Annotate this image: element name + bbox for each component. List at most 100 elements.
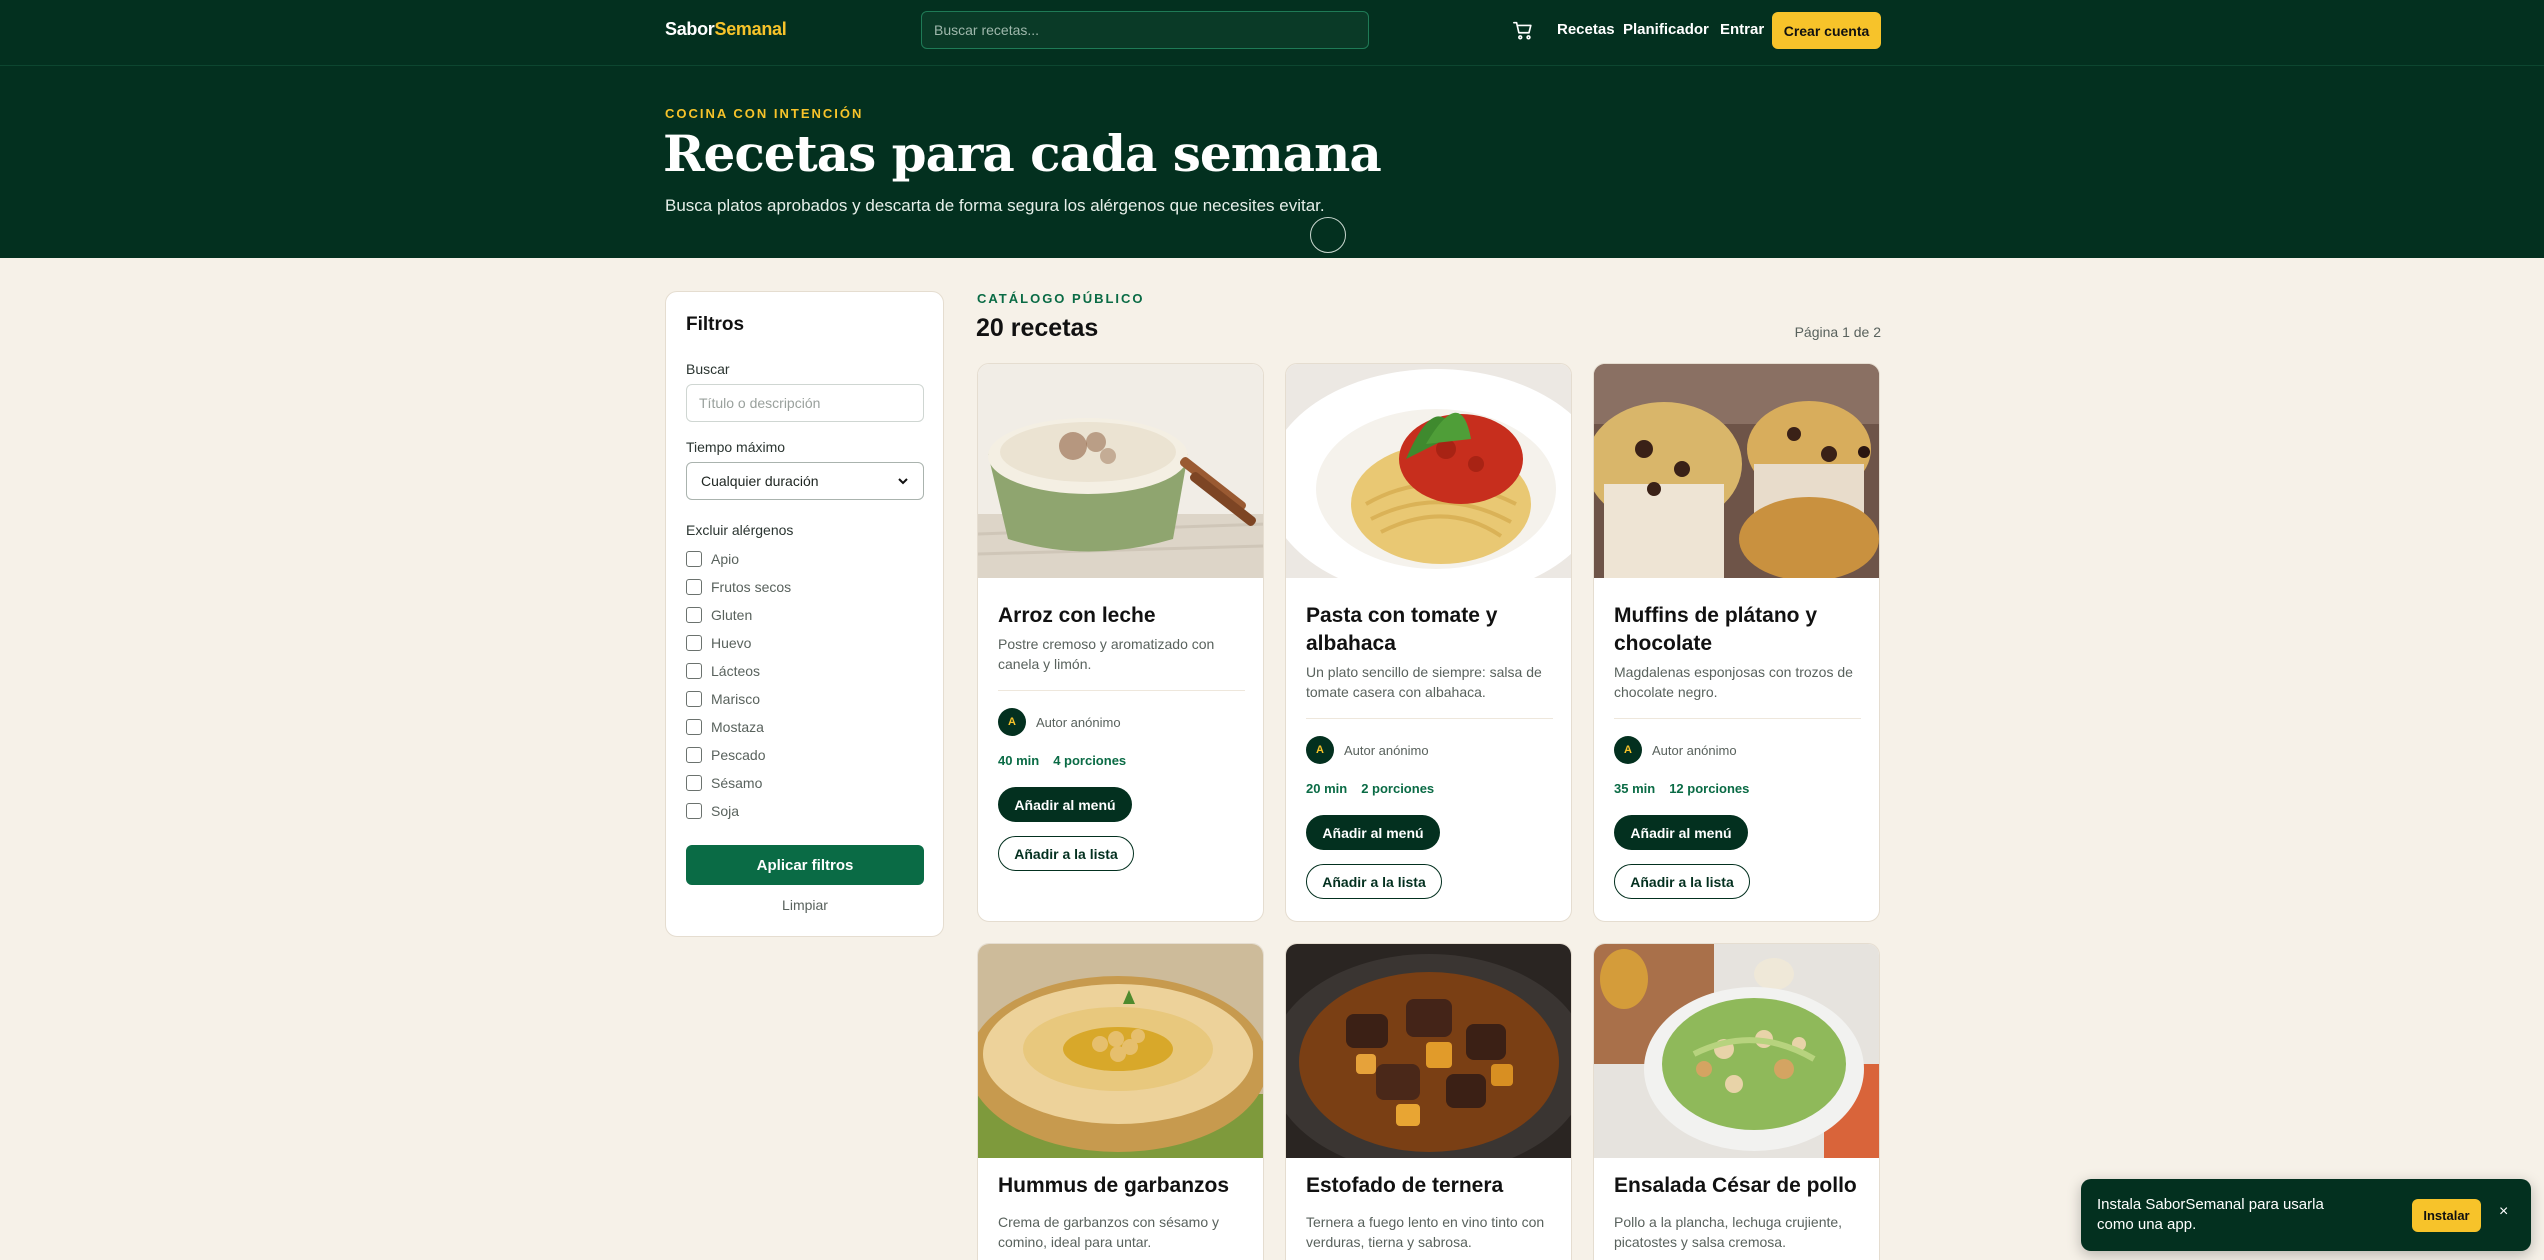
recipe-card[interactable]: Pasta con tomate y albahaca Un plato sen… <box>1285 363 1572 922</box>
checkbox[interactable] <box>686 607 702 623</box>
checkbox[interactable] <box>686 803 702 819</box>
recipe-card[interactable]: Hummus de garbanzos Crema de garbanzos c… <box>977 943 1264 1260</box>
recipe-title[interactable]: Estofado de ternera <box>1306 1172 1556 1200</box>
recipe-title[interactable]: Hummus de garbanzos <box>998 1172 1248 1200</box>
recipe-image[interactable] <box>1594 364 1879 578</box>
allergen-checkbox-huevo[interactable]: Huevo <box>686 634 751 652</box>
install-button[interactable]: Instalar <box>2412 1199 2481 1232</box>
cursor-indicator <box>1310 217 1346 253</box>
recipe-card[interactable]: Estofado de ternera Ternera a fuego lent… <box>1285 943 1572 1260</box>
allergen-checkbox-gluten[interactable]: Gluten <box>686 606 752 624</box>
chevron-down-icon <box>898 478 908 485</box>
allergen-checkbox-marisco[interactable]: Marisco <box>686 690 760 708</box>
allergen-checkbox-mostaza[interactable]: Mostaza <box>686 718 764 736</box>
checkbox[interactable] <box>686 775 702 791</box>
divider <box>1306 718 1553 719</box>
catalog-title: 20 recetas <box>976 314 1099 342</box>
pasta-image <box>1286 364 1571 578</box>
add-to-list-button[interactable]: Añadir a la lista <box>1306 864 1442 899</box>
recipe-card[interactable]: Muffins de plátano y chocolate Magdalena… <box>1593 363 1880 922</box>
recipe-image[interactable] <box>1286 944 1571 1158</box>
search-input[interactable] <box>921 11 1369 49</box>
allergen-label: Mostaza <box>711 719 764 735</box>
add-to-menu-button[interactable]: Añadir al menú <box>1614 815 1748 850</box>
apply-filters-button[interactable]: Aplicar filtros <box>686 845 924 885</box>
recipe-description: Crema de garbanzos con sésamo y comino, … <box>998 1214 1219 1250</box>
avatar: A <box>1306 736 1334 764</box>
hummus-image <box>978 944 1263 1158</box>
divider <box>998 690 1245 691</box>
add-to-menu-button[interactable]: Añadir al menú <box>1306 815 1440 850</box>
page-indicator: Página 1 de 2 <box>1794 324 1881 340</box>
recipe-card[interactable]: Arroz con leche Postre cremoso y aromati… <box>977 363 1264 922</box>
allergens-label: Excluir alérgenos <box>686 522 794 538</box>
allergen-label: Marisco <box>711 691 761 707</box>
recipe-title[interactable]: Arroz con leche <box>998 602 1248 630</box>
checkbox[interactable] <box>686 551 702 567</box>
checkbox[interactable] <box>686 719 702 735</box>
allergen-checkbox-soja[interactable]: Soja <box>686 802 739 820</box>
add-to-list-button[interactable]: Añadir a la lista <box>998 836 1134 871</box>
allergen-checkbox-sesamo[interactable]: Sésamo <box>686 774 762 792</box>
allergen-label: Sésamo <box>711 775 763 791</box>
close-icon[interactable]: × <box>2499 1203 2508 1221</box>
checkbox[interactable] <box>686 747 702 763</box>
time-select[interactable]: Cualquier duración <box>686 462 924 500</box>
hero-subtitle: Busca platos aprobados y descarta de for… <box>665 196 1325 215</box>
allergen-label: Huevo <box>711 635 752 651</box>
logo[interactable]: SaborSemanal <box>665 19 787 40</box>
recipe-meta: 40 min 4 porciones <box>998 753 1126 768</box>
add-to-list-button[interactable]: Añadir a la lista <box>1614 864 1750 899</box>
time-select-value: Cualquier duración <box>701 473 819 489</box>
author-name: Autor anónimo <box>1344 742 1429 758</box>
top-navbar: SaborSemanal Recetas Planificador Entrar… <box>0 0 2544 66</box>
checkbox[interactable] <box>686 691 702 707</box>
avatar: A <box>1614 736 1642 764</box>
allergen-checkbox-lacteos[interactable]: Lácteos <box>686 662 760 680</box>
recipe-author: A Autor anónimo <box>998 708 1121 736</box>
checkbox[interactable] <box>686 579 702 595</box>
create-account-button[interactable]: Crear cuenta <box>1772 12 1881 49</box>
recipe-author: A Autor anónimo <box>1306 736 1429 764</box>
recipe-image[interactable] <box>978 944 1263 1158</box>
recipe-meta: 35 min 12 porciones <box>1614 781 1749 796</box>
recipe-servings: 12 porciones <box>1669 781 1750 796</box>
recipe-meta: 20 min 2 porciones <box>1306 781 1434 796</box>
recipe-description: Magdalenas esponjosas con trozos de choc… <box>1614 664 1853 700</box>
install-toast: Instala SaborSemanal para usarla como un… <box>2081 1179 2531 1251</box>
toast-message: Instala SaborSemanal para usarla como un… <box>2097 1196 2324 1233</box>
recipe-image[interactable] <box>1594 944 1879 1158</box>
allergen-label: Lácteos <box>711 663 761 679</box>
filter-search-input[interactable] <box>686 384 924 422</box>
checkbox[interactable] <box>686 635 702 651</box>
checkbox[interactable] <box>686 663 702 679</box>
recipe-title[interactable]: Ensalada César de pollo <box>1614 1172 1864 1200</box>
recipe-time: 20 min <box>1306 781 1348 796</box>
recipe-title[interactable]: Muffins de plátano y chocolate <box>1614 602 1864 658</box>
recipe-description: Ternera a fuego lento en vino tinto con … <box>1306 1214 1545 1250</box>
recipe-image[interactable] <box>978 364 1263 578</box>
allergen-checkbox-pescado[interactable]: Pescado <box>686 746 765 764</box>
search-label: Buscar <box>686 361 730 377</box>
recipe-servings: 4 porciones <box>1053 753 1127 768</box>
nav-link-recetas[interactable]: Recetas <box>1557 21 1615 38</box>
allergen-checkbox-frutos-secos[interactable]: Frutos secos <box>686 578 791 596</box>
add-to-menu-button[interactable]: Añadir al menú <box>998 787 1132 822</box>
allergen-label: Soja <box>711 803 740 819</box>
recipe-time: 40 min <box>998 753 1040 768</box>
nav-link-entrar[interactable]: Entrar <box>1720 21 1764 38</box>
recipe-card[interactable]: Ensalada César de pollo Pollo a la planc… <box>1593 943 1880 1260</box>
logo-part1: Sabor <box>665 19 715 39</box>
recipe-description: Postre cremoso y aromatizado con canela … <box>998 636 1215 672</box>
nav-link-planificador[interactable]: Planificador <box>1623 21 1709 38</box>
recipe-title[interactable]: Pasta con tomate y albahaca <box>1306 602 1556 658</box>
allergen-checkbox-apio[interactable]: Apio <box>686 550 739 568</box>
divider <box>1614 718 1861 719</box>
cart-icon[interactable] <box>1512 18 1534 42</box>
clear-filters-button[interactable]: Limpiar <box>686 897 924 913</box>
author-name: Autor anónimo <box>1652 742 1737 758</box>
recipe-image[interactable] <box>1286 364 1571 578</box>
catalog-eyebrow: CATÁLOGO PÚBLICO <box>977 291 1145 306</box>
allergen-label: Apio <box>711 551 740 567</box>
avatar: A <box>998 708 1026 736</box>
